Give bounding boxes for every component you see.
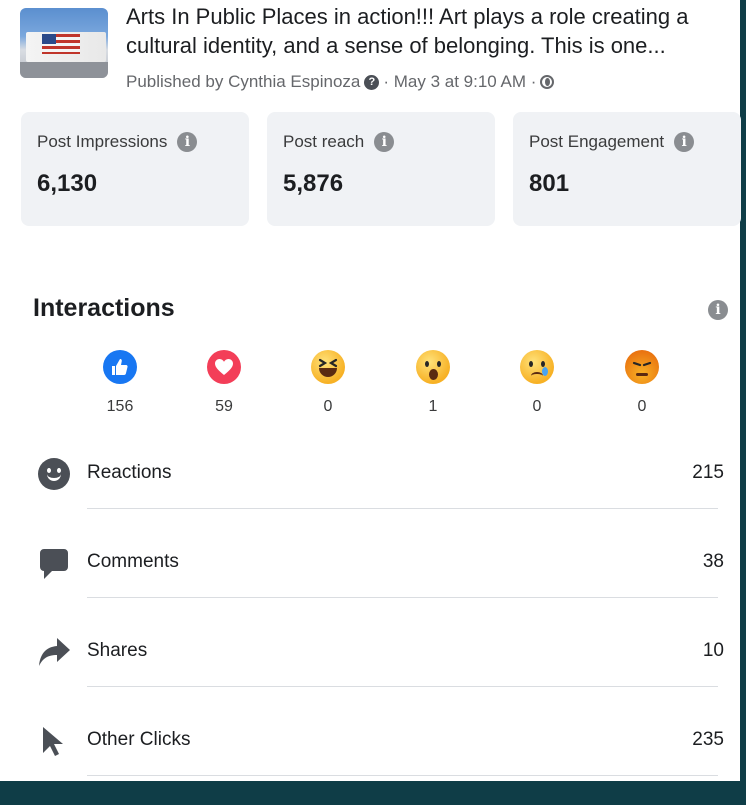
reaction-angry: 0 [612,350,672,416]
share-icon [38,636,70,668]
info-icon[interactable]: i [374,132,395,152]
reaction-count: 0 [323,398,333,415]
metric-row-shares[interactable]: Shares 10 [0,628,740,716]
divider [87,775,718,776]
reaction-count: 1 [428,398,438,415]
stat-card-reach: Post reach i 5,876 [267,112,495,226]
stat-card-impressions: Post Impressions i 6,130 [21,112,249,226]
stat-label: Post Engagement [529,132,665,151]
post-meta: Published by Cynthia Espinoza ? · May 3 … [126,72,555,92]
comment-icon [38,547,70,579]
metric-label: Shares [87,640,148,661]
metric-value: 38 [702,551,724,572]
metric-label: Other Clicks [87,729,191,750]
info-icon[interactable]: i [708,300,728,320]
thumbs-up-icon [103,350,137,384]
divider [87,508,718,509]
insights-panel: Arts In Public Places in action!!! Art p… [0,0,741,781]
post-date: · May 3 at 9:10 AM · [383,72,537,91]
question-icon[interactable]: ? [364,74,380,90]
metric-label: Comments [87,551,179,572]
laughing-face-icon [311,350,345,384]
stat-label: Post Impressions [37,132,168,151]
stat-label: Post reach [283,132,365,151]
info-icon[interactable]: i [177,132,198,152]
stat-card-engagement: Post Engagement i 801 [513,112,741,226]
metric-value: 215 [692,462,724,483]
cursor-icon [38,725,70,757]
globe-icon [540,75,555,89]
post-thumbnail[interactable] [20,8,108,78]
metric-row-other-clicks[interactable]: Other Clicks 235 [0,717,740,805]
divider [87,686,718,687]
reaction-wow: 1 [403,350,463,416]
post-text[interactable]: Arts In Public Places in action!!! Art p… [126,2,736,60]
stat-value: 6,130 [37,170,98,197]
surprised-face-icon [416,350,450,384]
reaction-haha: 0 [298,350,358,416]
divider [87,597,718,598]
reaction-count: 59 [215,398,233,415]
metric-value: 10 [702,640,724,661]
reaction-sad: 0 [507,350,567,416]
reaction-count: 0 [637,398,647,415]
smile-icon [38,458,70,490]
interactions-title: Interactions [33,294,175,322]
heart-icon [207,350,241,384]
metric-value: 235 [692,729,724,750]
metric-row-reactions[interactable]: Reactions 215 [0,450,740,538]
crying-face-icon [520,350,554,384]
metric-row-comments[interactable]: Comments 38 [0,539,740,627]
published-by: Published by Cynthia Espinoza [126,72,361,91]
reaction-love: 59 [194,350,254,416]
info-icon[interactable]: i [674,132,695,152]
reaction-count: 0 [532,398,542,415]
reaction-count: 156 [106,398,134,415]
angry-face-icon [625,350,659,384]
reaction-like: 156 [90,350,150,416]
metric-label: Reactions [87,462,172,483]
stat-value: 801 [529,170,570,197]
stat-value: 5,876 [283,170,344,197]
